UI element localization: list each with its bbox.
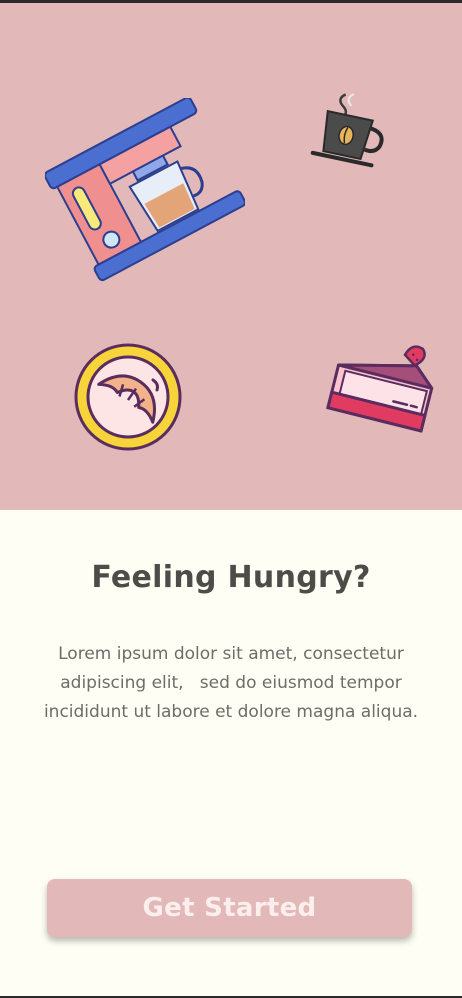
croissant-plate-icon [74, 343, 182, 451]
onboarding-content: Feeling Hungry? Lorem ipsum dolor sit am… [0, 510, 462, 996]
description-text: Lorem ipsum dolor sit amet, consectetur … [43, 644, 419, 722]
coffee-machine-icon [45, 98, 245, 282]
coffee-cup-icon [310, 93, 384, 168]
get-started-button[interactable]: Get Started [47, 879, 412, 937]
hero-illustration-area [0, 3, 462, 510]
page-title: Feeling Hungry? [91, 560, 371, 595]
cake-slice-icon [326, 345, 434, 433]
